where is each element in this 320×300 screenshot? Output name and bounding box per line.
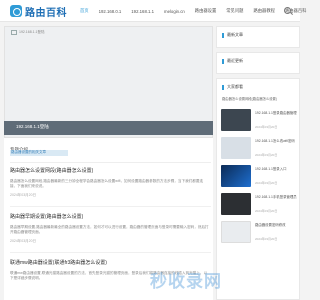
side-article-date: 2024年03月20日 — [255, 181, 278, 185]
nav-item-faq[interactable]: 常见问题 — [226, 8, 243, 14]
article-thumbnail — [221, 221, 251, 243]
side-article-title[interactable]: 192.168.1.1怎么改wifi密码 — [255, 139, 299, 144]
broken-image-icon — [11, 30, 17, 35]
side-article[interactable]: 192.168.1.1登录路由器管理 2024年03月20日 — [221, 109, 299, 133]
article-thumbnail — [221, 193, 251, 215]
article-divider — [10, 206, 211, 207]
hero-image-alt: 192.168.1.1登陆 — [19, 30, 45, 34]
widget-title: 大家都看 — [227, 84, 243, 89]
nav-item-router-setup[interactable]: 路由器设置 — [195, 8, 216, 14]
main-column: 192.168.1.1登陆 192.168.1.1登陆 专题介绍 路由器设置的相… — [4, 26, 222, 300]
hero-caption-bar[interactable]: 192.168.1.1登陆 — [4, 121, 222, 135]
side-article-title[interactable]: 192.168.1.1登录路由器管理 — [255, 111, 299, 116]
topic-tag[interactable]: 路由器设置的相关文章 — [10, 150, 68, 156]
article-thumbnail — [221, 109, 251, 131]
article-title[interactable]: 联通mw路由器设置(联通fr3路由器怎么设置) — [10, 259, 211, 266]
article-item[interactable]: 路由器怎么设置网段(路由器怎么设置) 路由器怎么设置网段,路由器最新的三分钟全程… — [10, 167, 211, 198]
widget-title: 最新文章 — [227, 32, 243, 37]
watermark-text: 秒收录网 — [150, 272, 222, 291]
widget-header: 最近更新 — [222, 58, 243, 64]
side-article[interactable]: 192.168.1.1手机登录管理员 2024年03月20日 — [221, 193, 299, 217]
nav-item-home[interactable]: 首页 — [80, 8, 89, 14]
article-title[interactable]: 路由器早期设置(路由器怎么设置) — [10, 213, 211, 220]
nav-item-melogin[interactable]: melogin.cn — [164, 9, 185, 14]
article-title[interactable]: 路由器怎么设置网段(路由器怎么设置) — [10, 167, 211, 174]
site-logo[interactable]: 路由百科 — [10, 4, 68, 19]
widget-header: 大家都看 — [222, 84, 243, 90]
nav-item-tutorials[interactable]: 路由器教程 — [253, 8, 274, 14]
logo-icon — [10, 5, 22, 17]
side-article[interactable]: 192.168.1.1怎么改wifi密码 2024年03月20日 — [221, 137, 299, 161]
side-article-title[interactable]: 192.168.1.1手机登录管理员 — [255, 195, 299, 200]
latest-widget: 最新文章 — [216, 26, 300, 48]
widget-header: 最新文章 — [222, 32, 243, 38]
side-article-date: 2024年03月20日 — [255, 237, 278, 241]
side-article-date: 2024年03月20日 — [255, 209, 278, 213]
widget-marker — [222, 84, 224, 90]
topic-tag-text: 路由器设置的相关文章 — [11, 150, 46, 154]
side-article[interactable]: 192.168.1.1登录入口 2024年03月20日 — [221, 165, 299, 189]
article-date: 2024年03月20日 — [10, 239, 37, 244]
article-summary: 路由器怎么设置网段,路由器最新的三分钟全程学会路由器怎么设置wifi，如何设置路… — [10, 179, 204, 189]
hero-caption-text: 192.168.1.1登陆 — [16, 124, 49, 129]
article-thumbnail — [221, 137, 251, 159]
sidebar: 最新文章 最近更新 大家都看 路由器怎么设置网段(路由器怎么设置) 192.16… — [216, 26, 300, 300]
side-article-date: 2024年03月20日 — [255, 153, 278, 157]
article-summary: 路由器早期设置,路由器最新最全的路由器设置方法，如何才可以进行设置，路由器的管理… — [10, 225, 209, 235]
article-thumbnail — [221, 165, 251, 187]
widget-title: 最近更新 — [227, 58, 243, 63]
main-nav: 首页 192.168.0.1 192.168.1.1 melogin.cn 路由… — [80, 0, 316, 22]
nav-item-192-168-0-1[interactable]: 192.168.0.1 — [99, 9, 122, 14]
logo-text: 路由百科 — [25, 7, 67, 19]
nav-item-192-168-1-1[interactable]: 192.168.1.1 — [131, 9, 154, 14]
side-article-title[interactable]: 192.168.1.1登录入口 — [255, 167, 299, 172]
hero-broken-image: 192.168.1.1登陆 — [11, 30, 45, 35]
widget-marker — [222, 58, 224, 64]
article-item[interactable]: 路由器早期设置(路由器怎么设置) 路由器早期设置,路由器最新最全的路由器设置方法… — [10, 213, 211, 244]
side-article-title[interactable]: 路由器设置密码修改 — [255, 223, 299, 228]
side-article[interactable]: 路由器设置密码修改 2024年03月20日 — [221, 221, 299, 245]
topics-widget: 大家都看 路由器怎么设置网段(路由器怎么设置) 192.168.1.1登录路由器… — [216, 78, 300, 300]
widget-marker — [222, 32, 224, 38]
popular-widget: 最近更新 — [216, 52, 300, 74]
search-icon[interactable] — [284, 7, 291, 14]
article-divider — [10, 252, 211, 253]
side-article-date: 2024年03月20日 — [255, 125, 278, 129]
widget-lead-link[interactable]: 路由器怎么设置网段(路由器怎么设置) — [222, 96, 277, 101]
section-divider — [10, 162, 211, 163]
site-header: 路由百科 首页 192.168.0.1 192.168.1.1 melogin.… — [0, 0, 306, 22]
article-date: 2024年03月20日 — [10, 193, 37, 198]
